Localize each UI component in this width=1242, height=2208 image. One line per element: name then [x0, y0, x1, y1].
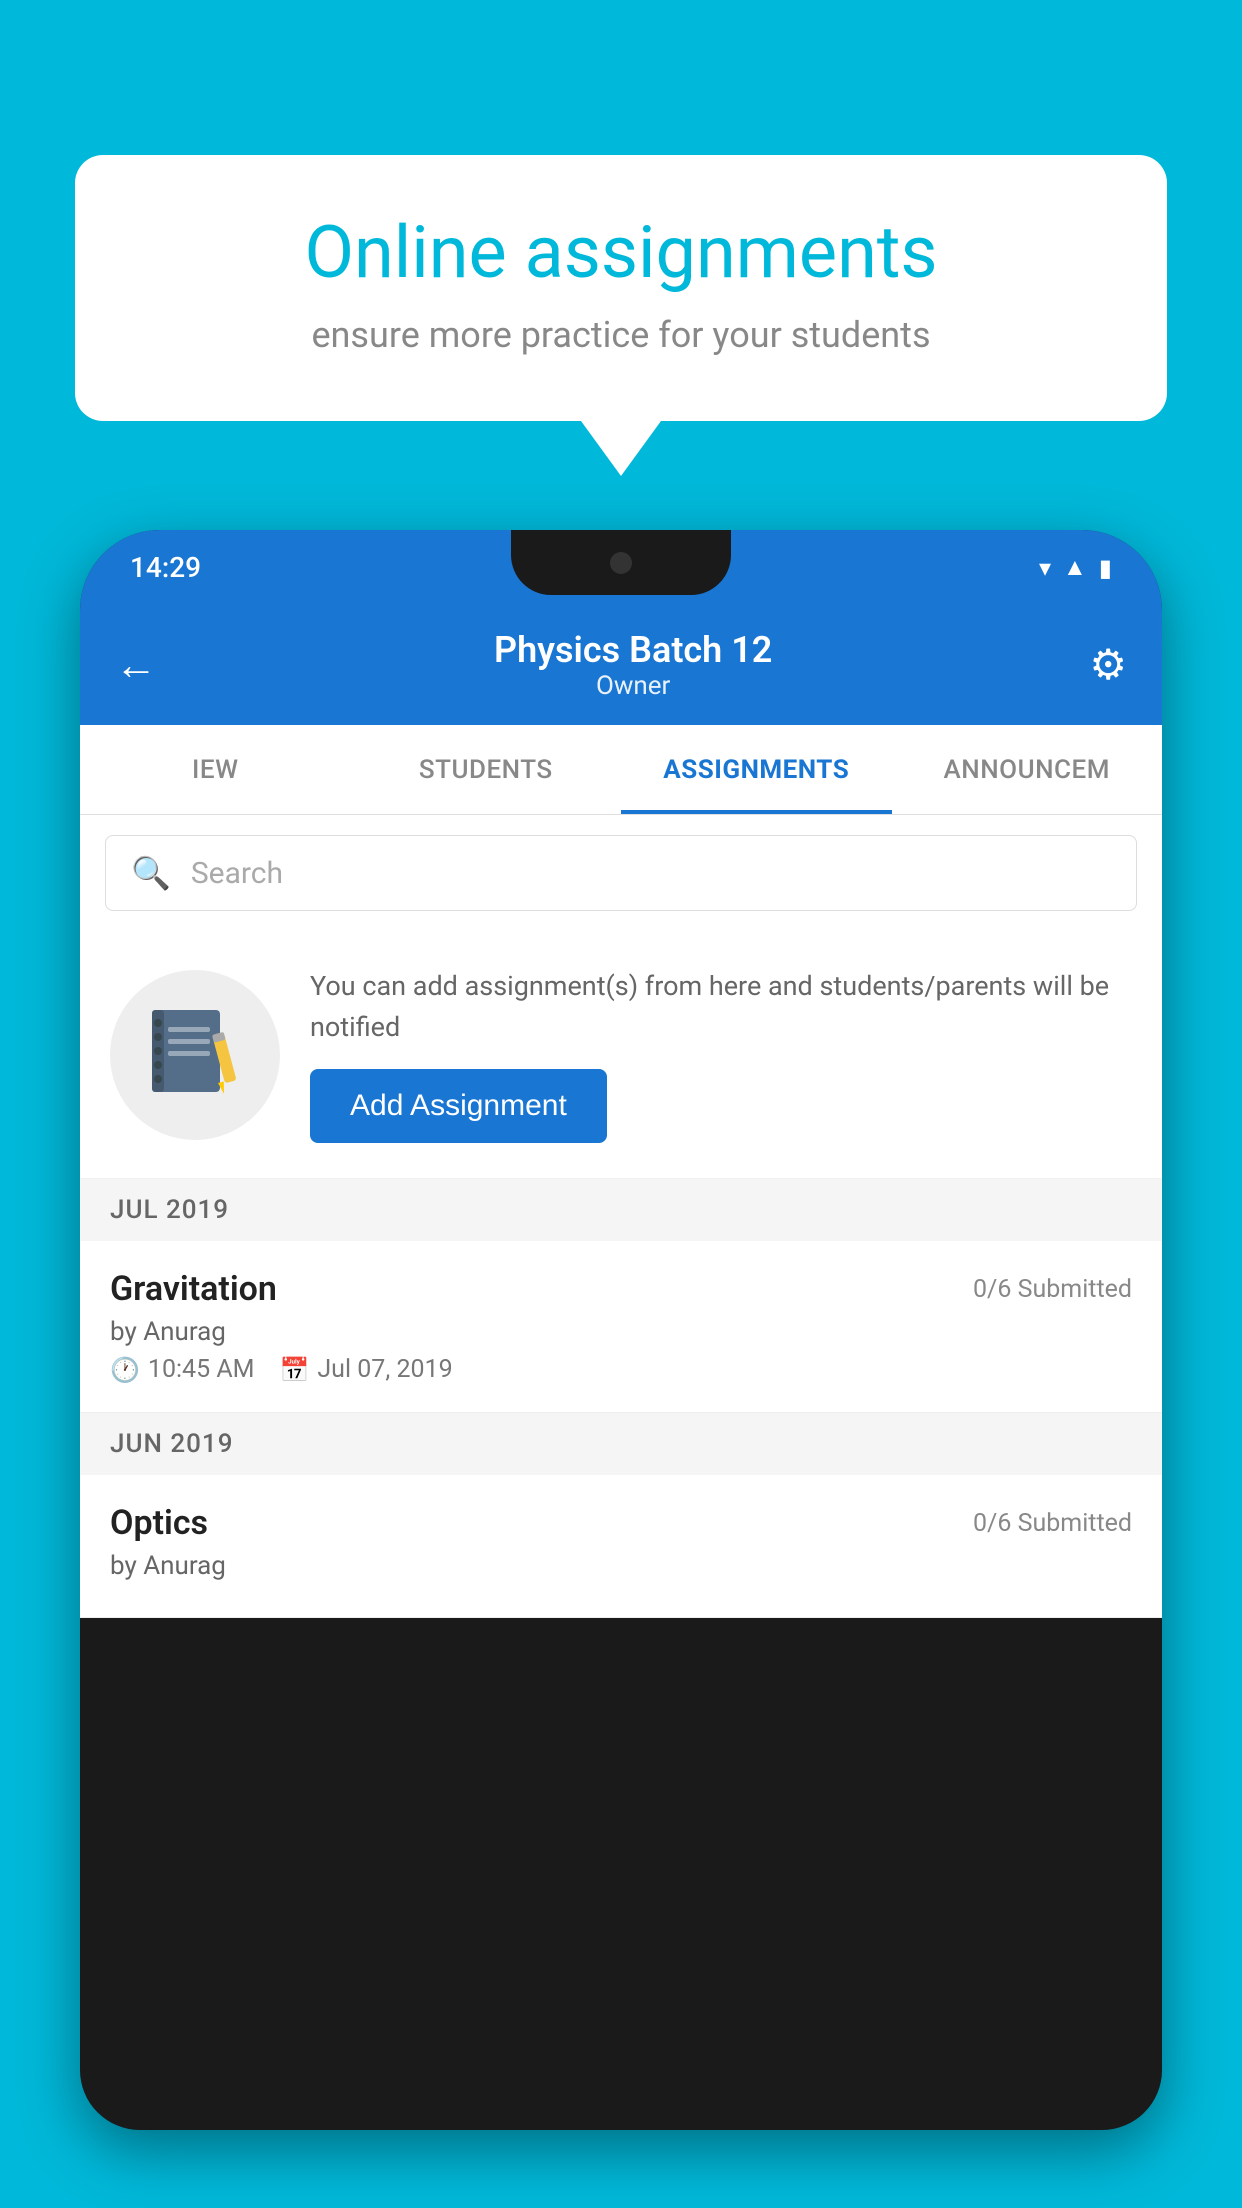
phone-bottom	[80, 1618, 1162, 1630]
assignment-item-optics[interactable]: Optics 0/6 Submitted by Anurag	[80, 1475, 1162, 1618]
assignment-time-gravitation: 🕐 10:45 AM	[110, 1355, 254, 1384]
back-button[interactable]: ←	[115, 641, 157, 690]
settings-button[interactable]: ⚙	[1089, 640, 1127, 690]
phone-notch	[511, 530, 731, 595]
notebook-svg-icon	[150, 1005, 240, 1105]
wifi-icon: ▾	[1039, 554, 1051, 582]
tab-iew[interactable]: IEW	[80, 725, 351, 814]
assignment-meta-gravitation: 🕐 10:45 AM 📅 Jul 07, 2019	[110, 1355, 1132, 1384]
tab-bar: IEW STUDENTS ASSIGNMENTS ANNOUNCEM	[80, 725, 1162, 815]
speech-bubble-container: Online assignments ensure more practice …	[75, 155, 1167, 476]
assignment-promo: You can add assignment(s) from here and …	[80, 931, 1162, 1179]
assignment-submitted-optics: 0/6 Submitted	[973, 1509, 1132, 1538]
app-bar-title: Physics Batch 12	[177, 629, 1089, 671]
add-assignment-button[interactable]: Add Assignment	[310, 1069, 607, 1143]
assignment-item-gravitation[interactable]: Gravitation 0/6 Submitted by Anurag 🕐 10…	[80, 1241, 1162, 1413]
section-header-jun: JUN 2019	[80, 1413, 1162, 1475]
search-container: 🔍 Search	[80, 815, 1162, 931]
assignment-top-row-optics: Optics 0/6 Submitted	[110, 1503, 1132, 1543]
tab-students[interactable]: STUDENTS	[351, 725, 622, 814]
camera-dot	[610, 552, 632, 574]
app-bar-subtitle: Owner	[177, 671, 1089, 701]
promo-icon-circle	[110, 970, 280, 1140]
speech-bubble-title: Online assignments	[140, 210, 1102, 296]
assignment-submitted-gravitation: 0/6 Submitted	[973, 1275, 1132, 1304]
speech-bubble-arrow	[581, 421, 661, 476]
app-bar-title-container: Physics Batch 12 Owner	[177, 629, 1089, 701]
promo-content: You can add assignment(s) from here and …	[310, 966, 1132, 1143]
clock-icon: 🕐	[110, 1356, 140, 1384]
assignment-name-gravitation: Gravitation	[110, 1269, 277, 1309]
phone-container: 14:29 ▾ ▲ ▮ ← Physics Batch 12 Owner ⚙ I…	[80, 530, 1162, 2208]
signal-icon: ▲	[1063, 553, 1087, 582]
speech-bubble-subtitle: ensure more practice for your students	[140, 314, 1102, 356]
assignment-name-optics: Optics	[110, 1503, 208, 1543]
status-time: 14:29	[130, 551, 201, 584]
tab-announcements[interactable]: ANNOUNCEM	[892, 725, 1163, 814]
search-bar[interactable]: 🔍 Search	[105, 835, 1137, 911]
calendar-icon: 📅	[279, 1356, 309, 1384]
search-icon: 🔍	[131, 854, 171, 892]
status-icons: ▾ ▲ ▮	[1039, 553, 1112, 582]
search-placeholder: Search	[191, 856, 283, 891]
assignment-by-gravitation: by Anurag	[110, 1317, 1132, 1347]
phone-frame: 14:29 ▾ ▲ ▮ ← Physics Batch 12 Owner ⚙ I…	[80, 530, 1162, 2130]
app-bar: ← Physics Batch 12 Owner ⚙	[80, 605, 1162, 725]
speech-bubble: Online assignments ensure more practice …	[75, 155, 1167, 421]
promo-text: You can add assignment(s) from here and …	[310, 966, 1132, 1047]
battery-icon: ▮	[1099, 554, 1112, 582]
assignment-top-row: Gravitation 0/6 Submitted	[110, 1269, 1132, 1309]
tab-assignments[interactable]: ASSIGNMENTS	[621, 725, 892, 814]
status-bar: 14:29 ▾ ▲ ▮	[80, 530, 1162, 605]
section-header-jul: JUL 2019	[80, 1179, 1162, 1241]
screen-content: 🔍 Search	[80, 815, 1162, 1618]
assignment-by-optics: by Anurag	[110, 1551, 1132, 1581]
assignment-date-gravitation: 📅 Jul 07, 2019	[279, 1355, 452, 1384]
